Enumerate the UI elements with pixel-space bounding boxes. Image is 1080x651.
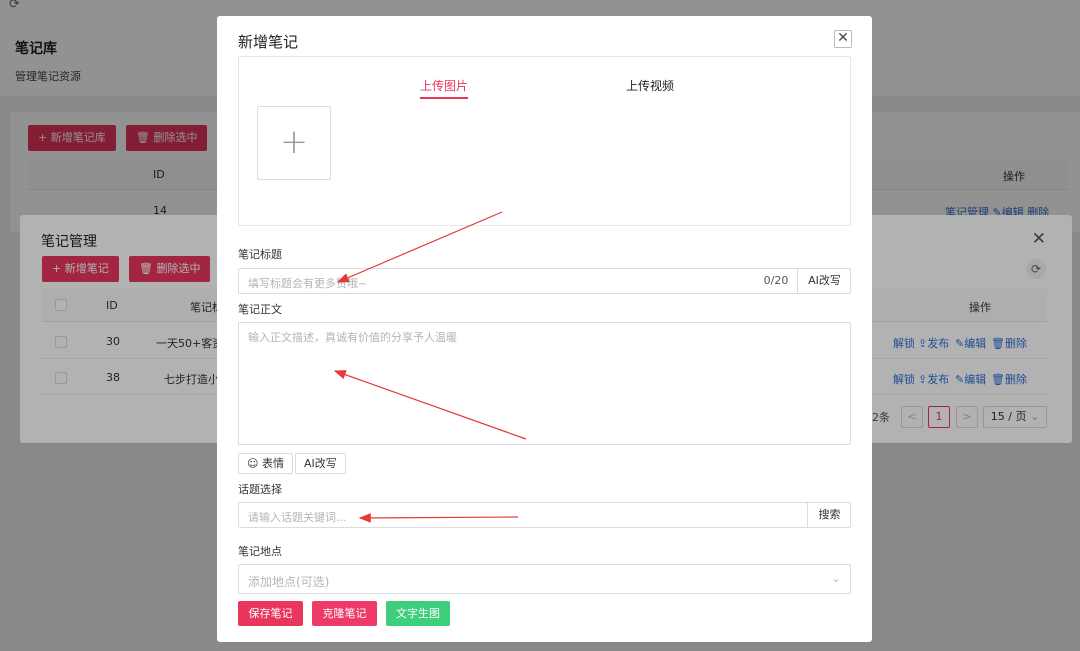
emoji-label: 表情 [261,457,284,470]
new-note-dialog: 新增笔记 ✕ 上传图片 上传视频 + 笔记标题 填写标题会有更多赞哦~ 0/20… [217,16,872,642]
body-textarea[interactable]: 输入正文描述，真诚有价值的分享予人温暖 [238,322,851,445]
emoji-icon: ☺ [247,457,259,470]
topic-label: 话题选择 [238,483,282,496]
dialog-title: 新增笔记 [238,33,299,51]
tab-upload-video[interactable]: 上传视频 [626,77,674,94]
chevron-down-icon: ⌄ [830,571,841,585]
title-char-count: 0/20 [763,274,789,287]
media-upload-area: 上传图片 上传视频 + [238,56,851,226]
body-ai-rewrite-button[interactable]: AI改写 [295,453,346,474]
topic-placeholder: 请输入话题关键词... [248,511,347,524]
title-input[interactable]: 填写标题会有更多赞哦~ 0/20 AI改写 [238,268,851,294]
title-placeholder: 填写标题会有更多赞哦~ [248,277,368,290]
title-label: 笔记标题 [238,248,282,261]
clone-note-button[interactable]: 克隆笔记 [312,601,377,626]
topic-input[interactable]: 请输入话题关键词... 搜索 [238,502,851,528]
title-ai-rewrite-button[interactable]: AI改写 [797,269,851,293]
body-label: 笔记正文 [238,303,282,316]
location-label: 笔记地点 [238,545,282,558]
close-icon[interactable]: ✕ [834,30,852,48]
location-placeholder: 添加地点(可选) [248,575,330,589]
body-placeholder: 输入正文描述，真诚有价值的分享予人温暖 [248,331,457,344]
save-note-button[interactable]: 保存笔记 [238,601,303,626]
text-to-image-button[interactable]: 文字生图 [386,601,450,626]
location-select[interactable]: 添加地点(可选) ⌄ [238,564,851,594]
plus-icon[interactable]: + [257,106,331,180]
topic-search-button[interactable]: 搜索 [807,503,851,527]
emoji-button[interactable]: ☺ 表情 [238,453,293,474]
tab-upload-image[interactable]: 上传图片 [420,77,469,99]
